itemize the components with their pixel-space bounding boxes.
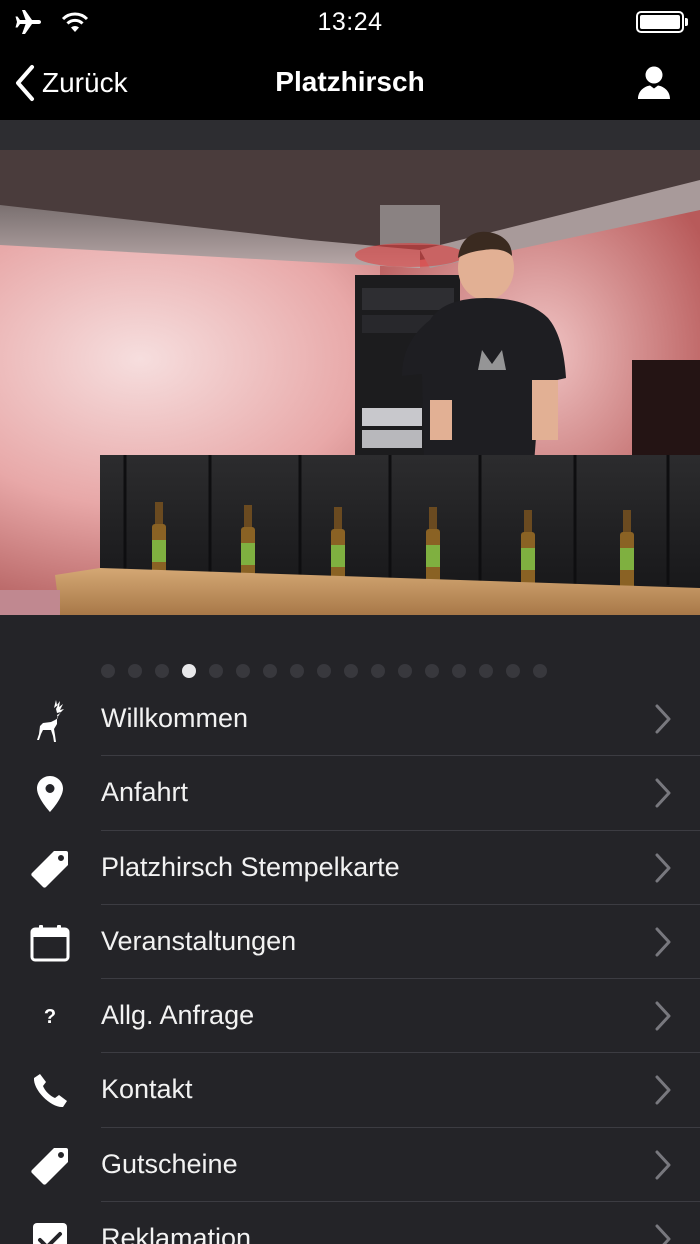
pager-dot[interactable] (290, 664, 304, 678)
menu-item-kontakt[interactable]: Kontakt (0, 1053, 700, 1128)
menu-label: Kontakt (101, 1074, 193, 1105)
chevron-right-icon (655, 704, 671, 734)
menu-item-anfahrt[interactable]: Anfahrt (0, 756, 700, 831)
calendar-icon (28, 923, 72, 963)
chevron-left-icon (16, 65, 34, 101)
pager-dot[interactable] (236, 664, 250, 678)
menu-item-veranstaltungen[interactable]: Veranstaltungen (0, 905, 700, 980)
chevron-right-icon (655, 1224, 671, 1244)
pager-dot[interactable] (317, 664, 331, 678)
pager-dot[interactable] (209, 664, 223, 678)
hero-image-carousel[interactable] (0, 150, 700, 615)
navigation-bar: Zurück Platzhirsch (0, 44, 700, 120)
pager-dot[interactable] (344, 664, 358, 678)
battery-icon (636, 11, 688, 35)
carousel-pager (0, 664, 700, 682)
page-title: Platzhirsch (275, 66, 425, 97)
menu-item-anfrage[interactable]: ? Allg. Anfrage (0, 979, 700, 1054)
pager-dot[interactable] (263, 664, 277, 678)
chevron-right-icon (655, 1001, 671, 1031)
menu-label: Willkommen (101, 703, 249, 733)
pager-dot[interactable] (506, 664, 520, 678)
tag-icon (28, 849, 72, 889)
back-button[interactable]: Zurück (14, 62, 128, 104)
location-pin-icon (28, 774, 72, 814)
menu-label: Veranstaltungen (101, 925, 297, 956)
menu-label: Platzhirsch Stempelkarte (101, 851, 400, 882)
chevron-right-icon (655, 1150, 671, 1180)
dj-photo (0, 150, 700, 615)
pager-dot[interactable] (101, 664, 115, 678)
menu-item-stempelkarte[interactable]: Platzhirsch Stempelkarte (0, 831, 700, 905)
checkbox-icon (28, 1220, 72, 1244)
user-profile-icon[interactable] (636, 64, 672, 100)
pager-dot[interactable] (155, 664, 169, 678)
pager-dot[interactable] (452, 664, 466, 678)
menu-label: Reklamation (101, 1223, 252, 1244)
pager-dot[interactable] (479, 664, 493, 678)
chevron-right-icon (655, 853, 671, 883)
pager-dot[interactable] (182, 664, 196, 678)
question-icon: ? (43, 1005, 57, 1028)
pager-dot[interactable] (425, 664, 439, 678)
back-label: Zurück (42, 67, 128, 98)
chevron-right-icon (655, 927, 671, 957)
deer-icon (28, 700, 72, 742)
chevron-right-icon (655, 778, 671, 808)
menu-list: Willkommen Anfahrt Platzhirsch Stempelka… (0, 682, 700, 1244)
phone-icon (28, 1071, 72, 1111)
header-separator (0, 120, 700, 150)
menu-item-reklamation[interactable]: Reklamation (0, 1202, 700, 1244)
menu-label: Allg. Anfrage (101, 1000, 255, 1031)
tag-icon (28, 1146, 72, 1186)
pager-dot[interactable] (398, 664, 412, 678)
pager-dot[interactable] (128, 664, 142, 678)
status-bar: 13:24 (0, 0, 700, 44)
menu-label: Anfahrt (101, 777, 189, 808)
menu-item-willkommen[interactable]: Willkommen (0, 682, 700, 757)
pager-dot[interactable] (533, 664, 547, 678)
chevron-right-icon (655, 1075, 671, 1105)
menu-label: Gutscheine (101, 1148, 238, 1179)
status-time: 13:24 (317, 8, 383, 36)
menu-item-gutscheine[interactable]: Gutscheine (0, 1128, 700, 1203)
pager-dot[interactable] (371, 664, 385, 678)
